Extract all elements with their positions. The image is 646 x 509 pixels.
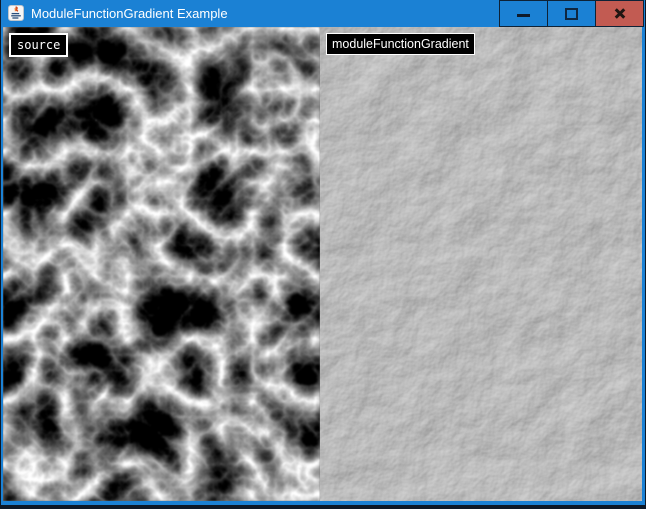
source-image-label: source xyxy=(9,33,68,57)
window-title: ModuleFunctionGradient Example xyxy=(31,0,228,27)
source-image-panel: source xyxy=(3,27,320,501)
java-coffee-cup-icon xyxy=(8,5,24,21)
minimize-icon xyxy=(517,14,530,17)
gradient-image-label: moduleFunctionGradient xyxy=(326,33,475,55)
window-controls xyxy=(500,0,644,27)
gradient-noise-texture xyxy=(320,27,642,501)
maximize-button[interactable] xyxy=(547,0,596,27)
minimize-button[interactable] xyxy=(499,0,548,27)
app-window: ModuleFunctionGradient Example xyxy=(0,0,646,509)
close-button[interactable] xyxy=(595,0,644,27)
window-frame: ModuleFunctionGradient Example xyxy=(1,0,645,505)
close-icon xyxy=(613,7,627,21)
titlebar[interactable]: ModuleFunctionGradient Example xyxy=(1,0,645,27)
maximize-icon xyxy=(565,8,578,20)
gradient-image-panel: moduleFunctionGradient xyxy=(320,27,642,501)
image-canvas-area: source xyxy=(3,27,642,501)
source-noise-texture xyxy=(3,27,320,501)
